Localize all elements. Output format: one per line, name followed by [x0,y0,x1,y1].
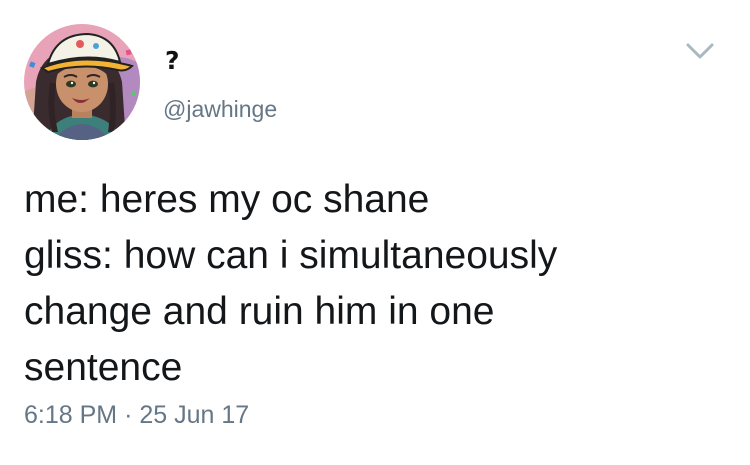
tweet-card: ? @jawhinge me: heres my oc shane gliss:… [0,0,750,465]
tweet-text-line: gliss: how can i simultaneously [24,234,558,277]
tweet-timestamp[interactable]: 6:18 PM · 25 Jun 17 [24,400,249,430]
tweet-text-line: sentence [24,346,183,389]
display-name[interactable]: ? [165,46,180,76]
avatar-illustration [24,24,140,140]
tweet-text-line: me: heres my oc shane [24,178,430,221]
timestamp-separator: · [124,401,133,429]
tweet-time: 6:18 PM [24,401,118,429]
tweet-date: 25 Jun 17 [139,401,250,429]
user-handle[interactable]: @jawhinge [163,95,277,123]
tweet-text: me: heres my oc shane gliss: how can i s… [24,172,724,396]
chevron-down-icon[interactable] [684,40,716,62]
tweet-text-line: change and ruin him in one [24,290,495,333]
avatar[interactable] [22,22,142,142]
